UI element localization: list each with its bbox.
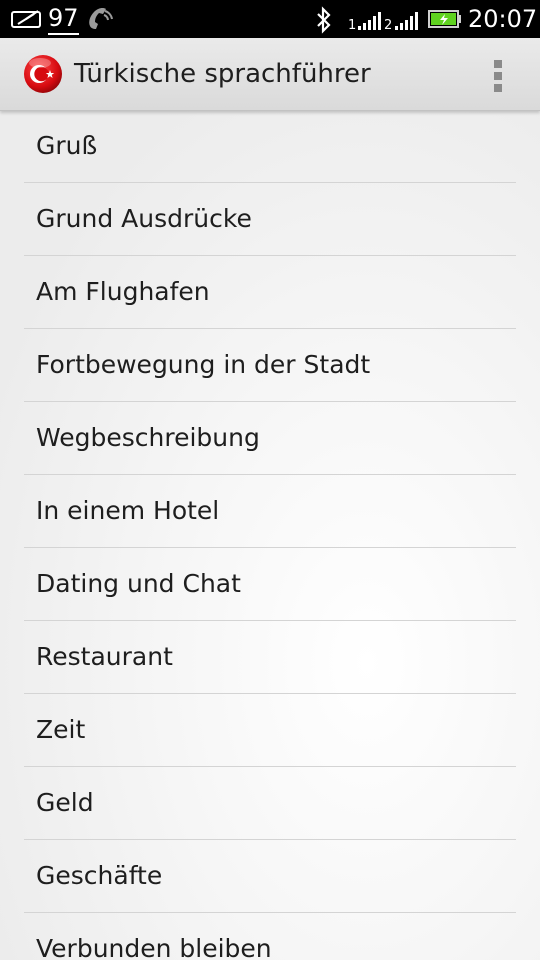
notification-count: 97 — [48, 3, 79, 35]
phone-icon — [89, 8, 113, 29]
list-item-label: Zeit — [36, 715, 86, 744]
overflow-menu-button[interactable] — [480, 52, 516, 96]
list-item-label: Fortbewegung in der Stadt — [36, 350, 371, 379]
list-item-label: Dating und Chat — [36, 569, 241, 598]
list-item-label: Am Flughafen — [36, 277, 210, 306]
list-item-label: Grund Ausdrücke — [36, 204, 252, 233]
list-item[interactable]: Dating und Chat — [24, 548, 516, 621]
list-item-label: Geschäfte — [36, 861, 163, 890]
app-title: Türkische sprachführer — [74, 59, 371, 89]
status-bar: 97 1 2 20:07 — [0, 0, 540, 38]
category-list: Gruß Grund Ausdrücke Am Flughafen Fortbe… — [24, 110, 516, 960]
clock: 20:07 — [468, 5, 538, 33]
list-item-label: Gruß — [36, 131, 98, 160]
bluetooth-icon — [317, 6, 331, 34]
turkish-flag-icon — [24, 55, 62, 93]
list-item[interactable]: Grund Ausdrücke — [24, 183, 516, 256]
signal-2-icon: 2 — [384, 12, 418, 31]
action-bar: Türkische sprachführer — [0, 38, 540, 111]
svg-text:1: 1 — [348, 18, 356, 31]
battery-charging-icon — [428, 10, 461, 28]
list-item[interactable]: Zeit — [24, 694, 516, 767]
list-item[interactable]: Verbunden bleiben — [24, 913, 516, 960]
svg-text:2: 2 — [384, 18, 392, 31]
list-item[interactable]: Wegbeschreibung — [24, 402, 516, 475]
menu-dot-icon — [494, 72, 502, 80]
list-item[interactable]: Geld — [24, 767, 516, 840]
menu-dot-icon — [494, 60, 502, 68]
menu-dot-icon — [494, 84, 502, 92]
list-item-label: Verbunden bleiben — [36, 934, 272, 960]
signal-1-icon: 1 — [348, 12, 381, 31]
list-item-label: Wegbeschreibung — [36, 423, 260, 452]
list-item-label: Restaurant — [36, 642, 173, 671]
content-area: Gruß Grund Ausdrücke Am Flughafen Fortbe… — [0, 110, 540, 960]
list-item[interactable]: In einem Hotel — [24, 475, 516, 548]
list-item-label: Geld — [36, 788, 94, 817]
list-item[interactable]: Fortbewegung in der Stadt — [24, 329, 516, 402]
list-item[interactable]: Restaurant — [24, 621, 516, 694]
list-item[interactable]: Am Flughafen — [24, 256, 516, 329]
list-item[interactable]: Geschäfte — [24, 840, 516, 913]
card-icon — [11, 10, 41, 28]
list-item[interactable]: Gruß — [24, 110, 516, 183]
list-item-label: In einem Hotel — [36, 496, 220, 525]
